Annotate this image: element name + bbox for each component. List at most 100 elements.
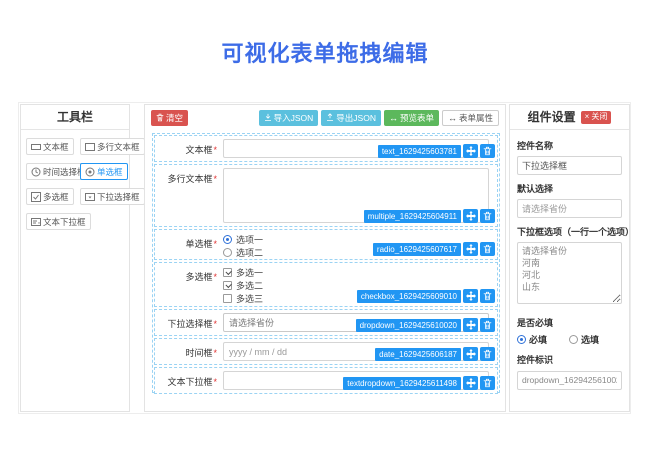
option-label: 选项二 (236, 246, 263, 259)
delete-field-button[interactable] (480, 376, 495, 390)
toolbox-item-label: 文本下拉框 (43, 216, 86, 228)
trash-icon (483, 320, 492, 330)
toolbox-item-textarea[interactable]: 多行文本框 (80, 138, 145, 155)
required-asterisk: * (213, 174, 217, 184)
preview-form-button[interactable]: ↔ 预览表单 (384, 110, 439, 126)
settings-body: 控件名称 默认选择 下拉框选项（一行一个选项） 是否必填 必填选填 控件标识 (510, 130, 629, 392)
form-properties-label: 表单属性 (459, 114, 493, 123)
dropdown-options-textarea[interactable] (517, 242, 622, 304)
field-id-badge: multiple_1629425604911 (364, 210, 461, 223)
field-id-badge: date_1629425606187 (375, 348, 461, 361)
canvas-toolbar: 清空 导入JSON 导出JSON ↔ 预览表单 (151, 109, 499, 127)
import-json-label: 导入JSON (274, 114, 314, 123)
textbox-icon (31, 142, 41, 152)
form-field-row-textarea[interactable]: 多行文本框* multiple_1629425604911 (154, 164, 498, 227)
workspace: 工具栏 文本框多行文本框时间选择框单选框多选框下拉选择框文本下拉框 清空 导入J… (18, 102, 631, 414)
delete-field-button[interactable] (480, 318, 495, 332)
radio-checked-icon[interactable] (223, 235, 232, 244)
toolbox-item-textselect[interactable]: 文本下拉框 (26, 213, 91, 230)
canvas-panel: 清空 导入JSON 导出JSON ↔ 预览表单 (144, 104, 506, 412)
radio-unchecked-icon[interactable] (223, 248, 232, 257)
radio-unchecked-icon[interactable] (569, 335, 578, 344)
drag-handle-button[interactable] (463, 209, 478, 223)
settings-header: 组件设置 × 关闭 (510, 105, 629, 130)
field-actions: radio_1629425607617 (373, 242, 495, 256)
delete-field-button[interactable] (480, 209, 495, 223)
move-icon (466, 378, 476, 388)
select-value: 请选择省份 (229, 316, 274, 329)
toolbox-item-label: 文本框 (43, 141, 69, 153)
radio-checked-icon[interactable] (517, 335, 526, 344)
move-icon (466, 211, 476, 221)
dropdown-options-label: 下拉框选项（一行一个选项） (517, 225, 622, 238)
toolbox-panel: 工具栏 文本框多行文本框时间选择框单选框多选框下拉选择框文本下拉框 (20, 104, 130, 412)
toolbox-item-label: 多行文本框 (97, 141, 140, 153)
control-name-input[interactable] (517, 156, 622, 175)
required-asterisk: * (213, 377, 217, 387)
settings-title: 组件设置 (528, 105, 576, 129)
toolbox-item-text[interactable]: 文本框 (26, 138, 74, 155)
drag-handle-button[interactable] (463, 376, 478, 390)
field-label: 多行文本框* (157, 168, 217, 223)
required-option-checked[interactable]: 必填 (517, 333, 569, 346)
required-asterisk: * (213, 272, 217, 282)
form-field-row-select[interactable]: 下拉选择框*请选择省份▾dropdown_1629425610020 (154, 309, 498, 336)
checkbox-unchecked-icon[interactable] (223, 294, 232, 303)
field-id-badge: dropdown_1629425610020 (356, 319, 461, 332)
delete-field-button[interactable] (480, 144, 495, 158)
toolbox-item-select[interactable]: 下拉选择框 (80, 188, 145, 205)
drag-handle-button[interactable] (463, 242, 478, 256)
toolbox-item-label: 多选框 (43, 191, 69, 203)
form-field-row-radio[interactable]: 单选框*选项一选项二radio_1629425607617 (154, 229, 498, 260)
preview-form-label: 预览表单 (400, 114, 434, 123)
trash-icon (483, 291, 492, 301)
toolbox-item-radio[interactable]: 单选框 (80, 163, 128, 180)
required-option-label: 选填 (581, 333, 599, 346)
required-toggle-label: 是否必填 (517, 316, 622, 329)
checkbox-option[interactable]: 多选一 (223, 266, 489, 279)
field-label: 文本下拉框* (157, 371, 217, 390)
delete-field-button[interactable] (480, 289, 495, 303)
required-option-unchecked[interactable]: 选填 (569, 333, 621, 346)
form-field-row-checkbox[interactable]: 多选框*多选一多选二多选三checkbox_1629425609010 (154, 262, 498, 307)
delete-field-button[interactable] (480, 347, 495, 361)
drag-handle-button[interactable] (463, 289, 478, 303)
export-json-button[interactable]: 导出JSON (321, 110, 381, 126)
control-id-label: 控件标识 (517, 353, 622, 366)
import-json-button[interactable]: 导入JSON (259, 110, 319, 126)
form-field-row-text[interactable]: 文本框*text_1629425603781 (154, 135, 498, 162)
drag-handle-button[interactable] (463, 347, 478, 361)
option-label: 多选一 (236, 266, 263, 279)
trash-icon (483, 244, 492, 254)
required-asterisk: * (213, 348, 217, 358)
toolbox-grid: 文本框多行文本框时间选择框单选框多选框下拉选择框文本下拉框 (21, 130, 129, 238)
page: 可视化表单拖拽编辑 工具栏 文本框多行文本框时间选择框单选框多选框下拉选择框文本… (0, 0, 650, 460)
default-choice-input[interactable] (517, 199, 622, 218)
drag-handle-button[interactable] (463, 144, 478, 158)
delete-field-button[interactable] (480, 242, 495, 256)
close-icon: × (585, 113, 590, 121)
move-icon (466, 146, 476, 156)
properties-arrows-icon: ↔ (448, 114, 457, 123)
form-field-row-text[interactable]: 文本下拉框*textdropdown_1629425611498 (154, 367, 498, 394)
checkbox-checked-icon[interactable] (223, 268, 232, 277)
download-icon (264, 113, 272, 124)
upload-icon (326, 113, 334, 124)
export-json-label: 导出JSON (336, 114, 376, 123)
field-actions: date_1629425606187 (375, 347, 495, 361)
form-drop-canvas[interactable]: 文本框*text_1629425603781 多行文本框* multiple_162… (152, 133, 500, 393)
field-actions: multiple_1629425604911 (364, 209, 495, 223)
control-id-input[interactable] (517, 371, 622, 390)
clear-form-button[interactable]: 清空 (151, 110, 188, 126)
field-actions: checkbox_1629425609010 (357, 289, 495, 303)
page-title: 可视化表单拖拽编辑 (0, 36, 650, 68)
drag-handle-button[interactable] (463, 318, 478, 332)
form-field-row-date[interactable]: 时间框*yyyy / mm / dddate_1629425606187 (154, 338, 498, 365)
radio-icon (85, 167, 95, 177)
checkbox-checked-icon[interactable] (223, 281, 232, 290)
toolbox-item-checkbox[interactable]: 多选框 (26, 188, 74, 205)
toolbox-item-label: 下拉选择框 (97, 191, 140, 203)
settings-panel: 组件设置 × 关闭 控件名称 默认选择 下拉框选项（一行一个选项） 是否必填 必… (509, 104, 630, 412)
form-properties-button[interactable]: ↔ 表单属性 (442, 110, 499, 126)
close-settings-button[interactable]: × 关闭 (581, 111, 612, 124)
